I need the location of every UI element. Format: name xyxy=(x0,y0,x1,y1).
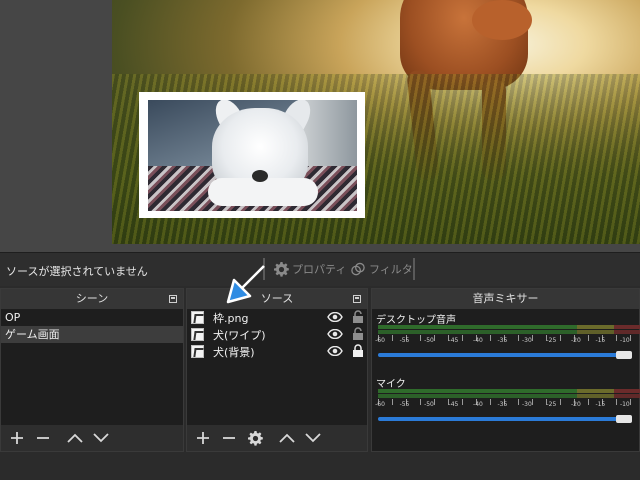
meter-tick-label: -35 xyxy=(497,337,508,344)
eye-icon[interactable] xyxy=(327,346,343,356)
image-source-icon xyxy=(191,345,204,358)
gear-icon xyxy=(247,430,263,446)
toolbar-divider xyxy=(413,258,415,280)
mixer-channel-desktop: デスクトップ音声 -60 -55 -50 -45 -40 -35 -30 -25 -20 -15-… xyxy=(372,311,640,369)
filters-button[interactable]: フィルタ xyxy=(350,260,413,278)
plus-icon xyxy=(197,432,209,444)
meter-tick-label: -30 xyxy=(522,401,532,408)
unlock-icon[interactable] xyxy=(352,327,364,341)
scene-item-op[interactable]: OP xyxy=(1,309,183,326)
meter-tick-label: -45 xyxy=(448,401,459,408)
minus-icon xyxy=(37,437,49,439)
source-item-label: 犬(背景) xyxy=(213,346,255,359)
source-item-dog-background[interactable]: 犬(背景) xyxy=(187,343,367,360)
filters-label: フィルタ xyxy=(369,263,413,276)
scenes-toolbar xyxy=(1,425,183,451)
obs-window: ソースが選択されていません プロパティ フィルタ シーン OP ゲーム画面 ソー… xyxy=(0,0,640,480)
meter-tick-label: -20 xyxy=(570,401,581,408)
volume-meter xyxy=(378,330,640,334)
meter-tick-label: -40 xyxy=(473,337,483,344)
filter-icon xyxy=(351,262,365,275)
image-source-icon xyxy=(191,311,204,324)
audio-mixer-dock: 音声ミキサー デスクトップ音声 -60 -55 -50 -45 -40 -35 -30 -25… xyxy=(371,288,640,452)
no-source-selected-label: ソースが選択されていません xyxy=(6,265,148,278)
meter-tick-label: -60 xyxy=(375,337,385,344)
mixer-title: 音声ミキサー xyxy=(472,292,539,305)
volume-slider[interactable] xyxy=(378,417,618,421)
meter-tick-label: -15 xyxy=(595,337,606,344)
move-scene-down-button[interactable] xyxy=(91,428,111,448)
remove-source-button[interactable] xyxy=(219,428,239,448)
source-item-label: 枠.png xyxy=(213,312,249,325)
meter-tick-label: -60 xyxy=(375,401,385,408)
meter-tick-label: -45 xyxy=(448,337,459,344)
volume-slider-handle[interactable] xyxy=(616,351,632,359)
channel-name: マイク xyxy=(376,379,406,390)
dock-float-icon[interactable] xyxy=(353,295,361,303)
gear-icon xyxy=(274,261,289,277)
dog-snout-graphic xyxy=(472,0,532,40)
dog-nose-graphic xyxy=(252,170,268,182)
sources-dock: ソース 枠.png 犬(ワイプ) 犬(背景) xyxy=(186,288,368,452)
mixer-dock-title: 音声ミキサー xyxy=(372,289,639,309)
sources-toolbar xyxy=(187,425,367,451)
meter-tick-labels: -60 -55 -50 -45 -40 -35 -30 -25 -20 -15 -10 xyxy=(372,401,640,411)
meter-tick-label: -25 xyxy=(546,401,557,408)
meter-tick-label: -55 xyxy=(399,401,410,408)
meter-tick-label: -15 xyxy=(595,401,606,408)
sources-dock-title: ソース xyxy=(187,289,367,309)
plus-icon xyxy=(11,432,23,444)
dog-paws-graphic xyxy=(208,178,318,206)
scene-item-game[interactable]: ゲーム画面 xyxy=(1,326,183,343)
arrow-pointer-icon xyxy=(226,265,265,304)
source-item-dog-wipe[interactable]: 犬(ワイプ) xyxy=(187,326,367,343)
meter-tick-label: -30 xyxy=(522,337,532,344)
eye-icon[interactable] xyxy=(327,312,343,322)
source-item-frame[interactable]: 枠.png xyxy=(187,309,367,326)
meter-tick-label: -10 xyxy=(619,337,630,344)
scenes-dock: シーン OP ゲーム画面 xyxy=(0,288,184,452)
meter-tick-label: -20 xyxy=(570,337,581,344)
meter-tick-labels: -60 -55 -50 -45 -40 -35 -30 -25 -20 -15 -10 xyxy=(372,337,640,347)
remove-scene-button[interactable] xyxy=(33,428,53,448)
source-settings-button[interactable] xyxy=(245,428,265,448)
lock-icon[interactable] xyxy=(352,344,364,358)
scenes-title: シーン xyxy=(75,292,109,305)
meter-tick-label: -10 xyxy=(619,401,630,408)
chevron-up-icon xyxy=(67,433,83,443)
volume-meter xyxy=(378,325,640,329)
source-item-label: 犬(ワイプ) xyxy=(213,329,266,342)
eye-icon[interactable] xyxy=(327,329,343,339)
add-source-button[interactable] xyxy=(193,428,213,448)
properties-button[interactable]: プロパティ xyxy=(274,260,346,278)
move-scene-up-button[interactable] xyxy=(65,428,85,448)
channel-name: デスクトップ音声 xyxy=(376,315,456,326)
move-source-up-button[interactable] xyxy=(277,428,297,448)
meter-tick-label: -50 xyxy=(424,401,434,408)
unlock-icon[interactable] xyxy=(352,310,364,324)
meter-tick-label: -55 xyxy=(399,337,410,344)
image-source-icon xyxy=(191,328,204,341)
scene-item-label: OP xyxy=(5,311,21,324)
volume-meter xyxy=(378,389,640,393)
minus-icon xyxy=(223,437,235,439)
volume-meter xyxy=(378,394,640,398)
chevron-down-icon xyxy=(305,433,321,443)
dock-float-icon[interactable] xyxy=(169,295,177,303)
meter-tick-label: -50 xyxy=(424,337,434,344)
chevron-down-icon xyxy=(93,433,109,443)
move-source-down-button[interactable] xyxy=(303,428,323,448)
volume-slider[interactable] xyxy=(378,353,618,357)
meter-tick-label: -40 xyxy=(473,401,483,408)
properties-label: プロパティ xyxy=(292,263,347,276)
scenes-dock-title: シーン xyxy=(1,289,183,309)
add-scene-button[interactable] xyxy=(7,428,27,448)
chevron-up-icon xyxy=(279,433,295,443)
wipe-dog-image[interactable] xyxy=(148,100,357,211)
scene-item-label: ゲーム画面 xyxy=(5,328,60,341)
mixer-channel-mic: マイク -60 -55 -50 -45 -40 -35 -30 -25 -20 -15 -10 xyxy=(372,375,640,433)
meter-tick-label: -35 xyxy=(497,401,508,408)
meter-tick-label: -25 xyxy=(546,337,557,344)
volume-slider-handle[interactable] xyxy=(616,415,632,423)
